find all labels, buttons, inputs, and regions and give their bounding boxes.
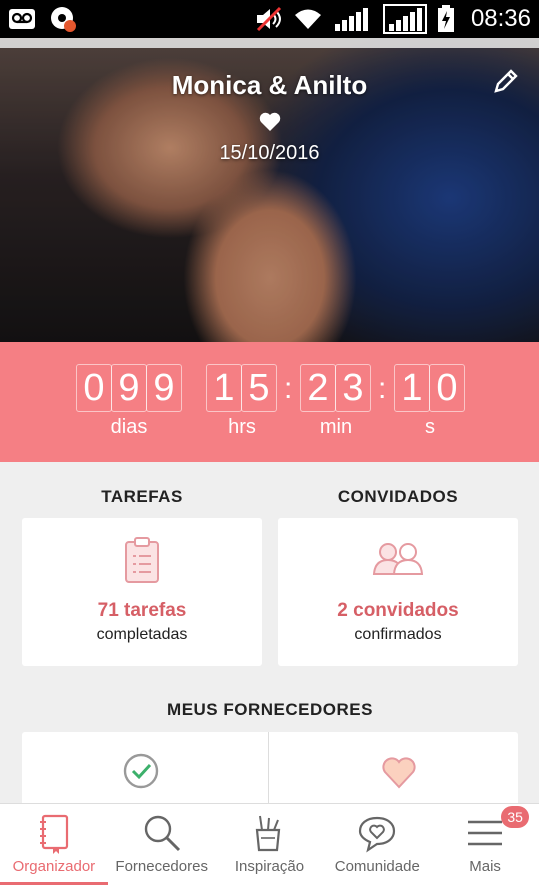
pencil-icon[interactable] [491,66,521,96]
vendors-card [22,732,518,812]
minutes-digit: 3 [335,364,371,412]
nav-fornecedores[interactable]: Fornecedores [108,804,216,885]
days-digit: 9 [111,364,147,412]
heart-outline-icon [382,757,416,789]
guests-confirmed-label: confirmados [354,626,442,643]
tasks-card[interactable]: 71 tarefas completadas [22,518,262,666]
days-digit: 0 [76,364,112,412]
days-digits: 0 9 9 [76,364,182,412]
nav-label-mais: Mais [469,858,501,875]
guests-card[interactable]: 2 convidados confirmados [278,518,518,666]
nav-comunidade[interactable]: Comunidade [323,804,431,885]
hamburger-menu-icon [468,820,503,846]
pencil-cup-icon [256,815,281,852]
nav-organizador[interactable]: Organizador [0,804,108,885]
nav-mais[interactable]: 35 Mais [431,804,539,885]
nav-inspiracao[interactable]: Inspiração [216,804,324,885]
hours-digits: 1 5 [206,364,277,412]
seconds-label: s [425,416,435,438]
nav-label-comunidade: Comunidade [334,858,420,875]
notebook-icon [39,814,68,854]
hours-digit: 1 [206,364,242,412]
wedding-date: 15/10/2016 [219,142,320,164]
nav-label-fornecedores: Fornecedores [115,858,208,875]
wifi-icon [294,9,321,29]
time-separator: : [284,372,293,405]
signal-2-icon [382,4,427,34]
hours-digit: 5 [241,364,277,412]
nav-label-inspiracao: Inspiração [234,858,305,875]
voicemail-icon [9,9,35,29]
guests-couple-icon [372,543,424,575]
tasks-completed-label: completadas [96,626,188,643]
wedding-countdown: 0 9 9 dias 1 5 hrs : 2 3 min : 1 0 s [0,342,539,462]
days-digit: 9 [146,364,182,412]
status-bar: 08:36 [0,0,539,38]
clock-time: 08:36 [470,5,531,32]
bottom-navigation: Organizador Fornecedores Inspiração Comu… [0,803,539,885]
time-separator: : [378,372,387,405]
seconds-digit: 1 [394,364,430,412]
clipboard-checklist-icon [125,537,159,583]
signal-1-icon [334,8,368,31]
guests-section-title: CONVIDADOS [337,487,459,506]
days-label: dias [110,416,148,438]
checkmark-circle-icon [123,753,159,789]
notification-app-icon [51,7,76,32]
search-icon [144,815,180,852]
guests-confirmed-count: 2 convidados [337,600,459,621]
hours-label: hrs [228,416,256,438]
minutes-digits: 2 3 [300,364,371,412]
tasks-section-title: TAREFAS [101,487,183,506]
minutes-label: min [319,416,353,438]
vendors-favorites-tile[interactable] [270,732,518,812]
tasks-completed-count: 71 tarefas [97,600,187,621]
seconds-digit: 0 [429,364,465,412]
nav-label-organizador: Organizador [12,858,96,875]
notification-badge: 35 [501,806,530,828]
vendors-section-title: MEUS FORNECEDORES [167,700,373,719]
seconds-digits: 1 0 [394,364,465,412]
couple-photo[interactable]: Monica & Anilto 15/10/2016 [0,38,539,342]
volume-muted-icon [256,6,281,32]
battery-charging-icon [437,5,454,32]
heart-icon [259,112,281,131]
couple-name: Monica & Anilto [171,70,368,100]
minutes-digit: 2 [300,364,336,412]
heart-chat-icon [359,816,396,853]
vendors-hired-tile[interactable] [22,732,269,812]
